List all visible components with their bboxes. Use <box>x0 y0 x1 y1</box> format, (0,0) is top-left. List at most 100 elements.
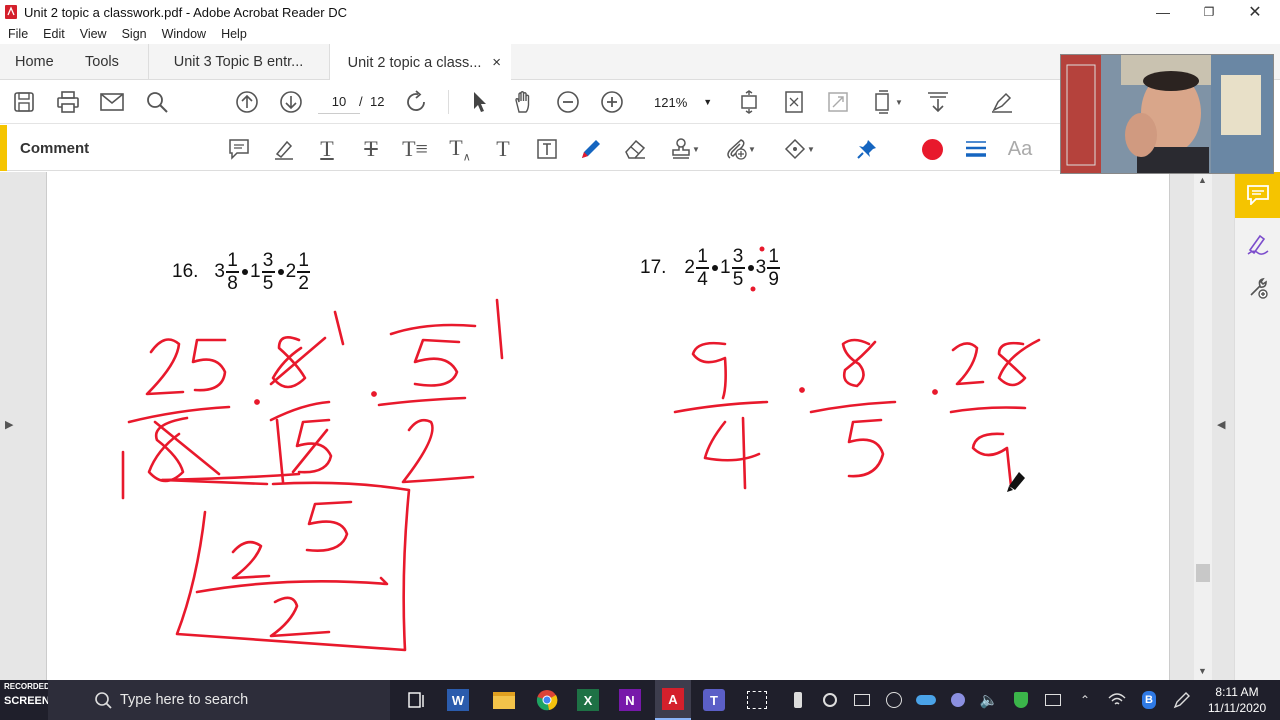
highlighter-icon <box>275 140 293 160</box>
fill-sign-button[interactable] <box>1235 224 1280 264</box>
download-button[interactable] <box>924 88 952 116</box>
scroll-thumb[interactable] <box>1196 564 1210 582</box>
print-button[interactable] <box>54 88 82 116</box>
comment-panel-button[interactable] <box>1235 172 1280 218</box>
shapes-button[interactable]: ▼ <box>779 135 819 163</box>
taskbar-search-box[interactable]: Type here to search <box>48 680 390 720</box>
comment-toolbar: Comment T T T≡ T∧ T ▼ ▼ ▼ Aa <box>0 125 1060 171</box>
tray-pen[interactable] <box>1170 688 1194 712</box>
tray-security[interactable] <box>1009 688 1033 712</box>
speaker-icon: 🔈 <box>979 692 999 709</box>
add-text-button[interactable]: T <box>489 135 517 163</box>
tray-record[interactable] <box>818 688 842 712</box>
sign-button[interactable] <box>988 88 1016 116</box>
close-window-button[interactable]: ✕ <box>1232 0 1278 24</box>
bluetooth-icon: B <box>1142 691 1156 709</box>
tray-teams[interactable] <box>946 688 970 712</box>
tab-document-unit3[interactable]: Unit 3 Topic B entr... <box>148 44 328 80</box>
zoom-value: 121% <box>654 94 688 110</box>
line-thickness-button[interactable] <box>962 135 990 163</box>
restore-icon: ❐ <box>1203 5 1215 19</box>
menu-edit[interactable]: Edit <box>43 27 65 41</box>
tray-network-globe[interactable] <box>882 688 906 712</box>
tray-expand[interactable]: ⌃ <box>1073 688 1097 712</box>
tray-onedrive[interactable] <box>914 688 938 712</box>
full-screen-button[interactable] <box>780 88 808 116</box>
page-separator: / <box>359 94 363 109</box>
highlight-button[interactable] <box>270 135 298 163</box>
tab-home[interactable]: Home <box>15 44 75 80</box>
underline-text-button[interactable]: T <box>313 135 341 163</box>
menu-file[interactable]: File <box>8 27 28 41</box>
taskbar-word[interactable]: W <box>446 688 470 712</box>
previous-page-button[interactable] <box>233 88 261 116</box>
arrow-down-circle-icon <box>280 91 302 113</box>
tray-wifi[interactable] <box>1105 688 1129 712</box>
vertical-scrollbar[interactable]: ▲ ▼ <box>1194 172 1212 680</box>
handwritten-ink-annotations <box>121 246 1041 652</box>
hand-tool-button[interactable] <box>510 88 538 116</box>
tray-usb[interactable] <box>786 688 810 712</box>
email-button[interactable] <box>98 88 126 116</box>
tray-display[interactable] <box>1041 688 1065 712</box>
restore-button[interactable]: ❐ <box>1186 0 1232 24</box>
scroll-up-icon[interactable]: ▲ <box>1198 175 1207 185</box>
right-panel-toggle-icon[interactable]: ◀ <box>1217 418 1225 431</box>
font-button[interactable]: Aa <box>1006 135 1034 163</box>
taskbar-chrome[interactable] <box>535 688 559 712</box>
insert-text-button[interactable]: T∧ <box>446 135 474 163</box>
windows-taskbar: RECORDED WITH SCREENCAST-O-MATIC Type he… <box>0 680 1280 720</box>
rotate-button[interactable] <box>402 88 430 116</box>
read-mode-button[interactable] <box>824 88 852 116</box>
text-box-button[interactable] <box>533 135 561 163</box>
minimize-button[interactable]: — <box>1140 0 1186 24</box>
print-icon <box>57 91 79 113</box>
taskbar-file-explorer[interactable] <box>492 688 516 712</box>
page-number-input[interactable]: 10 <box>318 92 360 114</box>
left-panel-toggle-icon[interactable]: ▶ <box>5 418 13 431</box>
taskbar-excel[interactable]: X <box>576 688 600 712</box>
stamp-button[interactable]: ▼ <box>665 135 705 163</box>
sticky-note-button[interactable] <box>225 135 253 163</box>
more-tools-button[interactable] <box>1235 268 1280 308</box>
zoom-out-button[interactable] <box>554 88 582 116</box>
task-view-button[interactable] <box>404 688 428 712</box>
menu-sign[interactable]: Sign <box>122 27 147 41</box>
find-button[interactable] <box>143 88 171 116</box>
scroll-mode-icon <box>875 90 889 114</box>
tab-document-unit2[interactable]: Unit 2 topic a class... × <box>329 44 511 81</box>
pdf-page[interactable]: 16. 3 18 1 35 2 12 17. 2 14 1 35 3 19 <box>46 172 1170 680</box>
eraser-button[interactable] <box>621 135 649 163</box>
replace-text-button[interactable]: T≡ <box>401 135 429 163</box>
taskbar-acrobat-active[interactable]: A <box>655 680 691 720</box>
tray-bluetooth[interactable]: B <box>1137 688 1161 712</box>
color-picker-button[interactable] <box>918 135 946 163</box>
tab-tools[interactable]: Tools <box>85 44 145 80</box>
taskbar-teams[interactable]: T <box>702 688 726 712</box>
zoom-in-button[interactable] <box>598 88 626 116</box>
folder-icon <box>493 691 515 709</box>
next-page-button[interactable] <box>277 88 305 116</box>
fit-page-button[interactable] <box>735 88 763 116</box>
taskbar-snip[interactable] <box>745 688 769 712</box>
select-tool-button[interactable] <box>466 88 494 116</box>
tray-volume[interactable]: 🔈 <box>977 688 1001 712</box>
fit-page-icon <box>741 90 757 114</box>
tray-device[interactable] <box>850 688 874 712</box>
menu-window[interactable]: Window <box>162 27 206 41</box>
zoom-select[interactable]: 121% ▼ <box>644 91 716 113</box>
scrolling-mode-button[interactable]: ▼ <box>868 88 908 116</box>
save-button[interactable] <box>10 88 38 116</box>
attach-button[interactable]: ▼ <box>720 135 760 163</box>
pin-toolbar-button[interactable] <box>853 135 881 163</box>
clock[interactable]: 8:11 AM 11/11/2020 <box>1200 684 1274 716</box>
strikethrough-button[interactable]: T <box>357 135 385 163</box>
taskbar-onenote[interactable]: N <box>618 688 642 712</box>
menu-view[interactable]: View <box>80 27 107 41</box>
scroll-down-icon[interactable]: ▼ <box>1198 666 1207 676</box>
close-tab-icon[interactable]: × <box>492 54 501 71</box>
webcam-video-image <box>1061 55 1273 173</box>
menu-help[interactable]: Help <box>221 27 247 41</box>
draw-pencil-button[interactable] <box>577 135 605 163</box>
snip-icon <box>747 691 767 709</box>
